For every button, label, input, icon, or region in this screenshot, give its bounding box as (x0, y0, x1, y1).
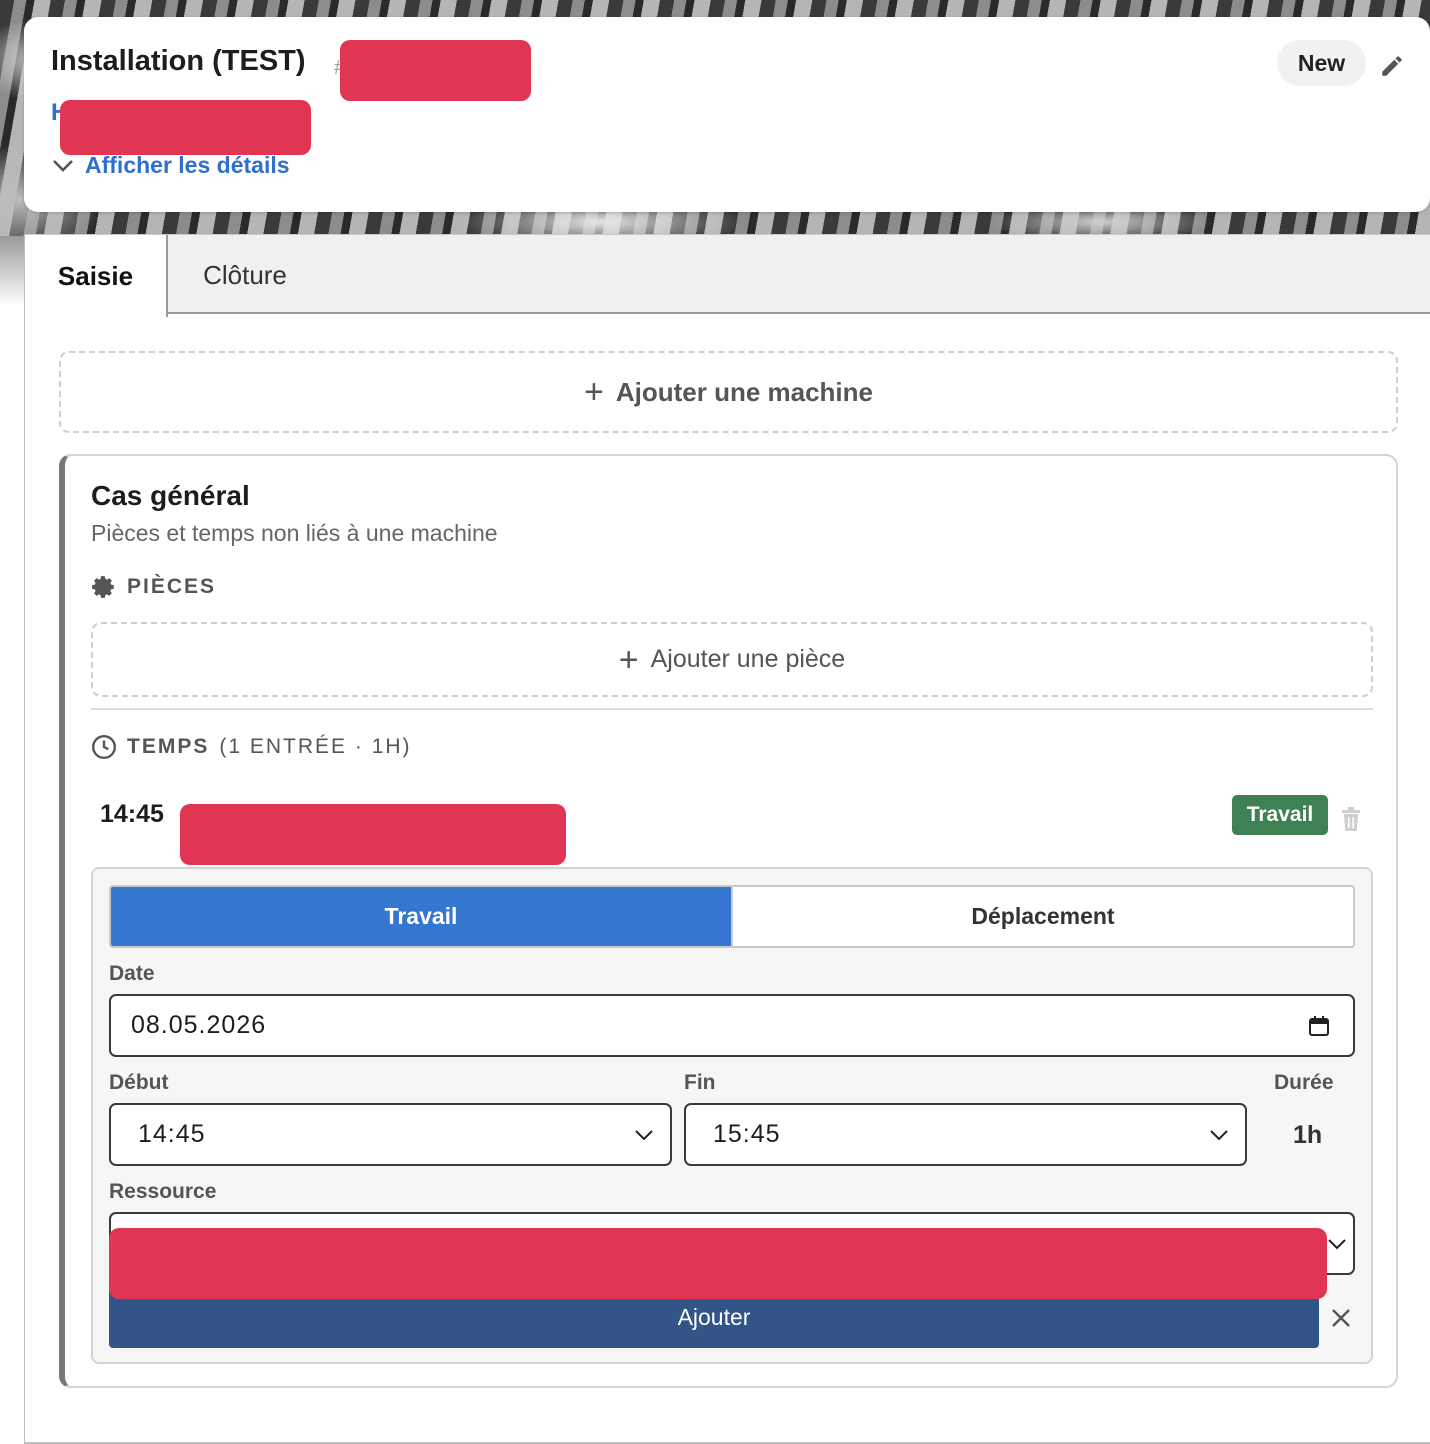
chevron-down-icon (53, 159, 73, 172)
pencil-icon[interactable] (1379, 53, 1405, 79)
temps-section-label: TEMPS (1 ENTRÉE · 1H) (91, 734, 412, 760)
plus-icon: + (583, 373, 604, 411)
tab-saisie[interactable]: Saisie (25, 235, 168, 317)
entry-type-badge: Travail (1232, 795, 1328, 835)
fin-label: Fin (684, 1071, 716, 1094)
page-title: Installation (TEST) (51, 45, 306, 77)
temps-label: TEMPS (127, 735, 210, 758)
ressource-label: Ressource (109, 1180, 217, 1203)
segment-deplacement[interactable]: Déplacement (731, 887, 1353, 946)
redacted-resource (109, 1228, 1327, 1299)
add-piece-button[interactable]: + Ajouter une pièce (91, 622, 1373, 697)
trash-icon[interactable] (1340, 806, 1362, 832)
duree-value: 1h (1293, 1121, 1323, 1149)
case-subtitle: Pièces et temps non liés à une machine (91, 520, 498, 546)
segment-travail[interactable]: Travail (111, 887, 731, 946)
date-label: Date (109, 962, 155, 985)
section-divider (91, 708, 1373, 710)
show-details-toggle[interactable]: Afficher les détails (51, 152, 290, 179)
fin-value: 15:45 (713, 1120, 781, 1148)
gear-icon (92, 576, 114, 598)
plus-icon: + (618, 640, 639, 679)
entry-start-time: 14:45 (100, 800, 164, 828)
redacted-entry-detail (180, 804, 566, 865)
status-badge: New (1277, 40, 1366, 86)
pieces-section-label: PIÈCES (91, 574, 216, 600)
case-title: Cas général (91, 480, 250, 511)
background-fade (0, 236, 26, 306)
fin-select[interactable]: 15:45 (684, 1103, 1247, 1166)
header-card: Installation (TEST) # H Afficher les dét… (24, 17, 1430, 212)
debut-select[interactable]: 14:45 (109, 1103, 672, 1166)
entry-type-segmented-control: Travail Déplacement (109, 885, 1355, 948)
general-case-card: Cas général Pièces et temps non liés à u… (59, 454, 1398, 1388)
chevron-down-icon (635, 1129, 653, 1140)
tab-cloture[interactable]: Clôture (185, 235, 305, 315)
pieces-label: PIÈCES (127, 575, 217, 598)
close-icon[interactable] (1330, 1307, 1352, 1329)
duree-label: Durée (1274, 1071, 1334, 1094)
redacted-id (340, 40, 531, 101)
calendar-icon[interactable] (1307, 1014, 1331, 1038)
temps-meta: (1 ENTRÉE · 1H) (219, 735, 412, 758)
time-entry-form: Travail Déplacement Date 08.05.2026 Débu… (91, 867, 1373, 1364)
clock-icon (91, 734, 117, 760)
date-value: 08.05.2026 (131, 1011, 267, 1039)
tab-bar: Saisie Clôture (25, 234, 1430, 317)
chevron-down-icon (1328, 1238, 1346, 1249)
debut-label: Début (109, 1071, 169, 1094)
show-details-label: Afficher les détails (85, 152, 290, 178)
chevron-down-icon (1210, 1129, 1228, 1140)
debut-value: 14:45 (138, 1120, 206, 1148)
add-machine-button[interactable]: + Ajouter une machine (59, 351, 1398, 433)
add-piece-label: Ajouter une pièce (650, 645, 846, 673)
add-machine-label: Ajouter une machine (615, 376, 873, 407)
date-field[interactable]: 08.05.2026 (109, 994, 1355, 1057)
redacted-customer (60, 100, 311, 155)
main-panel: Saisie Clôture + Ajouter une machine Cas… (24, 234, 1430, 1444)
